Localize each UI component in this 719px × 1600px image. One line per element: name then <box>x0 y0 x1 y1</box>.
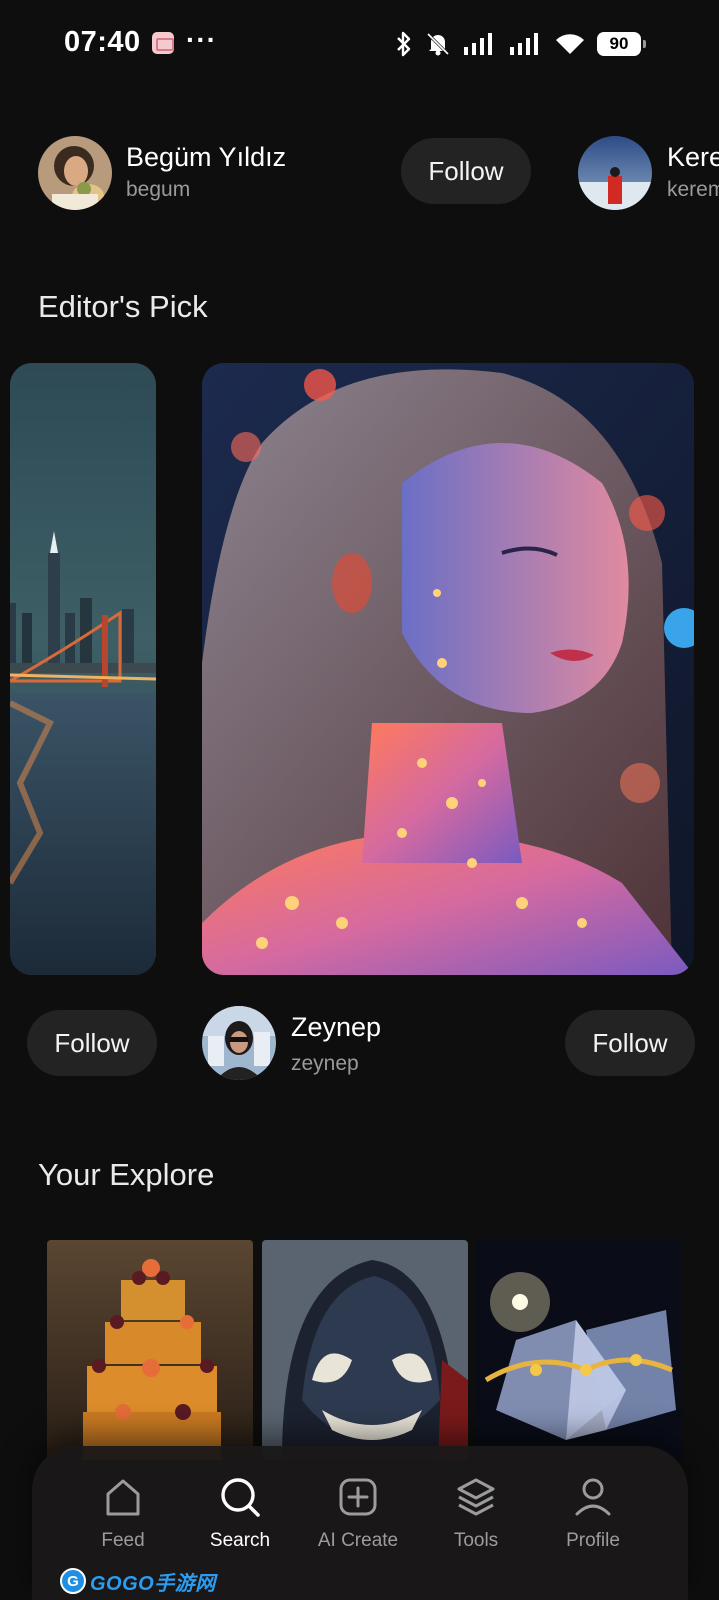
status-more-icon: ··· <box>186 24 217 55</box>
explore-tile[interactable] <box>47 1240 253 1460</box>
status-time: 07:40 <box>64 26 141 58</box>
status-icons: 90 <box>395 28 646 60</box>
suggested-users-row: Begüm Yıldız begum Follow Kerem kerem <box>0 134 719 210</box>
signal-1-icon <box>464 33 492 55</box>
user-handle: zeynep <box>291 1052 359 1075</box>
nav-item-profile[interactable]: Profile <box>538 1476 648 1552</box>
search-icon <box>221 1478 260 1517</box>
editors-pick-title: Editor's Pick <box>38 289 208 324</box>
avatar[interactable] <box>202 1006 276 1080</box>
nav-label: Profile <box>566 1530 620 1551</box>
notification-app-icon <box>152 32 174 54</box>
watermark-logo-icon: G <box>60 1568 86 1594</box>
wifi-icon <box>556 34 584 54</box>
user-icon <box>575 1478 611 1516</box>
nav-item-search[interactable]: Search <box>185 1476 295 1552</box>
avatar[interactable] <box>38 136 112 210</box>
watermark: G GOGO手游网 <box>60 1568 216 1595</box>
user-handle: kerem <box>667 178 719 201</box>
user-handle: begum <box>126 178 191 201</box>
nav-label: Feed <box>101 1530 145 1551</box>
bell-muted-icon <box>426 32 450 56</box>
user-name[interactable]: Zeynep <box>291 1012 381 1043</box>
layers-icon <box>457 1478 495 1516</box>
nav-label: Tools <box>453 1530 499 1551</box>
watermark-text: GOGO手游网 <box>90 1572 216 1595</box>
user-name[interactable]: Begüm Yıldız <box>126 142 286 173</box>
nav-label: Search <box>209 1530 271 1551</box>
editors-pick-card[interactable] <box>10 363 156 975</box>
nav-item-ai-create[interactable]: AI Create <box>303 1476 413 1552</box>
nav-item-feed[interactable]: Feed <box>68 1476 178 1552</box>
follow-button[interactable]: Follow <box>401 138 531 204</box>
bluetooth-icon <box>397 31 411 57</box>
signal-2-icon <box>510 33 538 55</box>
status-bar: 07:40 ··· 90 <box>0 0 719 88</box>
home-icon <box>106 1479 140 1516</box>
plus-square-icon <box>339 1478 377 1516</box>
editors-pick-card[interactable] <box>202 363 694 975</box>
nav-item-tools[interactable]: Tools <box>421 1476 531 1552</box>
nav-label: AI Create <box>317 1530 399 1551</box>
avatar[interactable] <box>578 136 652 210</box>
your-explore-title: Your Explore <box>38 1157 215 1192</box>
follow-button[interactable]: Follow <box>27 1010 157 1076</box>
explore-tile[interactable] <box>476 1240 682 1460</box>
user-name[interactable]: Kerem <box>667 142 719 173</box>
follow-button[interactable]: Follow <box>565 1010 695 1076</box>
explore-tile[interactable] <box>262 1240 468 1460</box>
battery-indicator: 90 <box>597 32 646 56</box>
